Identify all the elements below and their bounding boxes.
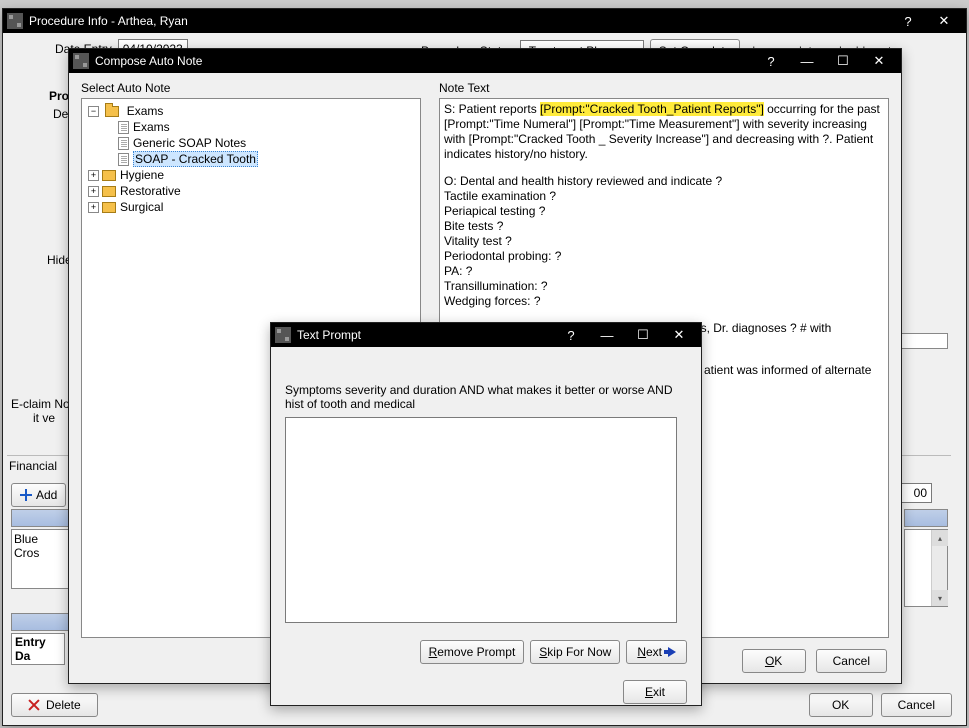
ins-listbox[interactable]: Blue Cros: [11, 529, 69, 589]
scroll-down-icon[interactable]: ▾: [932, 590, 948, 606]
entry-date-label: Entry Da: [11, 633, 65, 665]
procedure-info-titlebar[interactable]: Procedure Info - Arthea, Ryan ? ✕: [3, 9, 966, 33]
ins-list-item[interactable]: Blue Cros: [14, 532, 66, 560]
grid-header-left: [11, 509, 69, 527]
document-icon: [118, 153, 129, 166]
cancel-button[interactable]: Cancel: [816, 649, 887, 673]
compose-titlebar[interactable]: Compose Auto Note ? — ☐ ✕: [69, 49, 901, 73]
scrollbar[interactable]: ▴ ▾: [931, 530, 947, 606]
note-line-o: O: Dental and health history reviewed an…: [444, 174, 884, 309]
x-icon: [28, 699, 40, 711]
right-listbox[interactable]: ▴ ▾: [904, 529, 948, 607]
close-button[interactable]: ✕: [926, 9, 962, 33]
expand-icon[interactable]: +: [88, 202, 99, 213]
note-s-prefix: S: Patient reports: [444, 102, 540, 116]
arrow-right-icon: [668, 647, 676, 657]
close-button[interactable]: ✕: [861, 49, 897, 73]
tree-node-surgical[interactable]: + Surgical: [88, 199, 416, 215]
note-line-s: S: Patient reports [Prompt:"Cracked Toot…: [444, 102, 884, 162]
expand-icon[interactable]: +: [88, 170, 99, 181]
note-highlighted-prompt: [Prompt:"Cracked Tooth_Patient Reports"]: [540, 102, 764, 116]
text-prompt-titlebar[interactable]: Text Prompt ? — ☐ ✕: [271, 323, 701, 347]
grid-header-right: [904, 509, 948, 527]
tree-node-restorative[interactable]: + Restorative: [88, 183, 416, 199]
folder-icon: [102, 202, 116, 213]
de-label: De: [53, 107, 68, 121]
help-button[interactable]: ?: [553, 323, 589, 347]
select-auto-note-label: Select Auto Note: [81, 81, 421, 95]
tree-node-exams[interactable]: − Exams Exams Generic SOAP Notes SOAP - …: [88, 103, 416, 167]
folder-icon: [102, 170, 116, 181]
tree-label: Exams: [127, 104, 164, 118]
delete-button-label: Delete: [46, 698, 81, 712]
compose-title: Compose Auto Note: [95, 54, 753, 68]
prompt-input[interactable]: [285, 417, 677, 623]
app-icon: [7, 13, 23, 29]
minimize-button[interactable]: —: [589, 323, 625, 347]
document-icon: [118, 137, 129, 150]
close-button[interactable]: ✕: [661, 323, 697, 347]
ok-button[interactable]: OK: [809, 693, 873, 717]
add-button-label: Add: [36, 488, 57, 502]
collapse-icon[interactable]: −: [88, 106, 99, 117]
app-icon: [73, 53, 89, 69]
help-button[interactable]: ?: [753, 49, 789, 73]
tree-label: Surgical: [120, 200, 163, 214]
skip-for-now-button[interactable]: Skip For Now: [530, 640, 620, 664]
document-icon: [118, 121, 129, 134]
tree-item-soap-cracked[interactable]: SOAP - Cracked Tooth: [104, 151, 416, 167]
tree-label: Restorative: [120, 184, 181, 198]
maximize-button[interactable]: ☐: [625, 323, 661, 347]
remove-prompt-button[interactable]: Remove Prompt: [420, 640, 525, 664]
delete-button[interactable]: Delete: [11, 693, 98, 717]
grid-header2-left: [11, 613, 69, 631]
tree-node-hygiene[interactable]: + Hygiene: [88, 167, 416, 183]
scroll-up-icon[interactable]: ▴: [932, 530, 948, 546]
it-ve-label: it ve: [33, 411, 55, 425]
folder-icon: [102, 186, 116, 197]
tree-item-generic-soap[interactable]: Generic SOAP Notes: [104, 135, 416, 151]
procedure-info-title: Procedure Info - Arthea, Ryan: [29, 14, 890, 28]
text-prompt-title: Text Prompt: [297, 328, 553, 342]
plus-icon: [20, 489, 32, 501]
note-text-label: Note Text: [439, 81, 889, 95]
ok-button[interactable]: OK: [742, 649, 806, 673]
minimize-button[interactable]: —: [789, 49, 825, 73]
tree-item-exams[interactable]: Exams: [104, 119, 416, 135]
app-icon: [275, 327, 291, 343]
financial-label: Financial: [9, 459, 57, 473]
eclaim-no-label: E-claim No: [11, 397, 70, 411]
cancel-button[interactable]: Cancel: [881, 693, 952, 717]
next-button[interactable]: Next: [626, 640, 687, 664]
help-button[interactable]: ?: [890, 9, 926, 33]
tree-label: Generic SOAP Notes: [133, 136, 246, 150]
tree-label: Exams: [133, 120, 170, 134]
tree-label: Hygiene: [120, 168, 164, 182]
exit-button[interactable]: Exit: [623, 680, 687, 704]
tree-label-selected: SOAP - Cracked Tooth: [133, 151, 258, 167]
folder-icon: [105, 106, 119, 117]
prompt-description: Symptoms severity and duration AND what …: [285, 383, 685, 411]
add-button[interactable]: Add: [11, 483, 66, 507]
text-prompt-window: Text Prompt ? — ☐ ✕ Symptoms severity an…: [270, 322, 702, 706]
maximize-button[interactable]: ☐: [825, 49, 861, 73]
expand-icon[interactable]: +: [88, 186, 99, 197]
